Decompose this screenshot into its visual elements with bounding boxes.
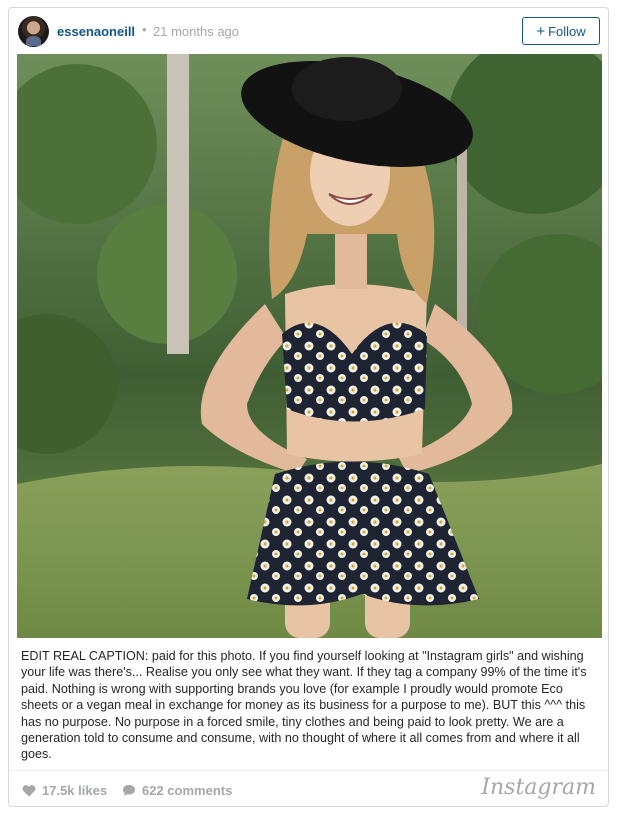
post-footer: 17.5k likes 622 comments Instagram (9, 770, 608, 808)
comments-count[interactable]: 622 comments (122, 783, 232, 798)
username-link[interactable]: essenaoneill (57, 24, 135, 39)
follow-button[interactable]: + Follow (522, 17, 600, 45)
instagram-logo[interactable]: Instagram (481, 775, 596, 800)
post-caption: EDIT REAL CAPTION: paid for this photo. … (21, 649, 587, 762)
separator-dot: • (142, 22, 147, 37)
post-photo[interactable] (17, 54, 602, 638)
instagram-embed-card: essenaoneill • 21 months ago + Follow ED… (8, 7, 609, 807)
likes-count[interactable]: 17.5k likes (22, 783, 107, 798)
likes-label: 17.5k likes (42, 783, 108, 798)
profile-avatar[interactable] (18, 16, 49, 47)
comment-bubble-icon (123, 785, 135, 796)
post-timestamp[interactable]: 21 months ago (153, 24, 239, 39)
follow-label: Follow (548, 23, 586, 39)
plus-icon: + (536, 22, 546, 40)
comments-label: 622 comments (142, 783, 233, 798)
post-header: essenaoneill • 21 months ago + Follow (9, 8, 608, 54)
heart-icon (22, 785, 36, 797)
